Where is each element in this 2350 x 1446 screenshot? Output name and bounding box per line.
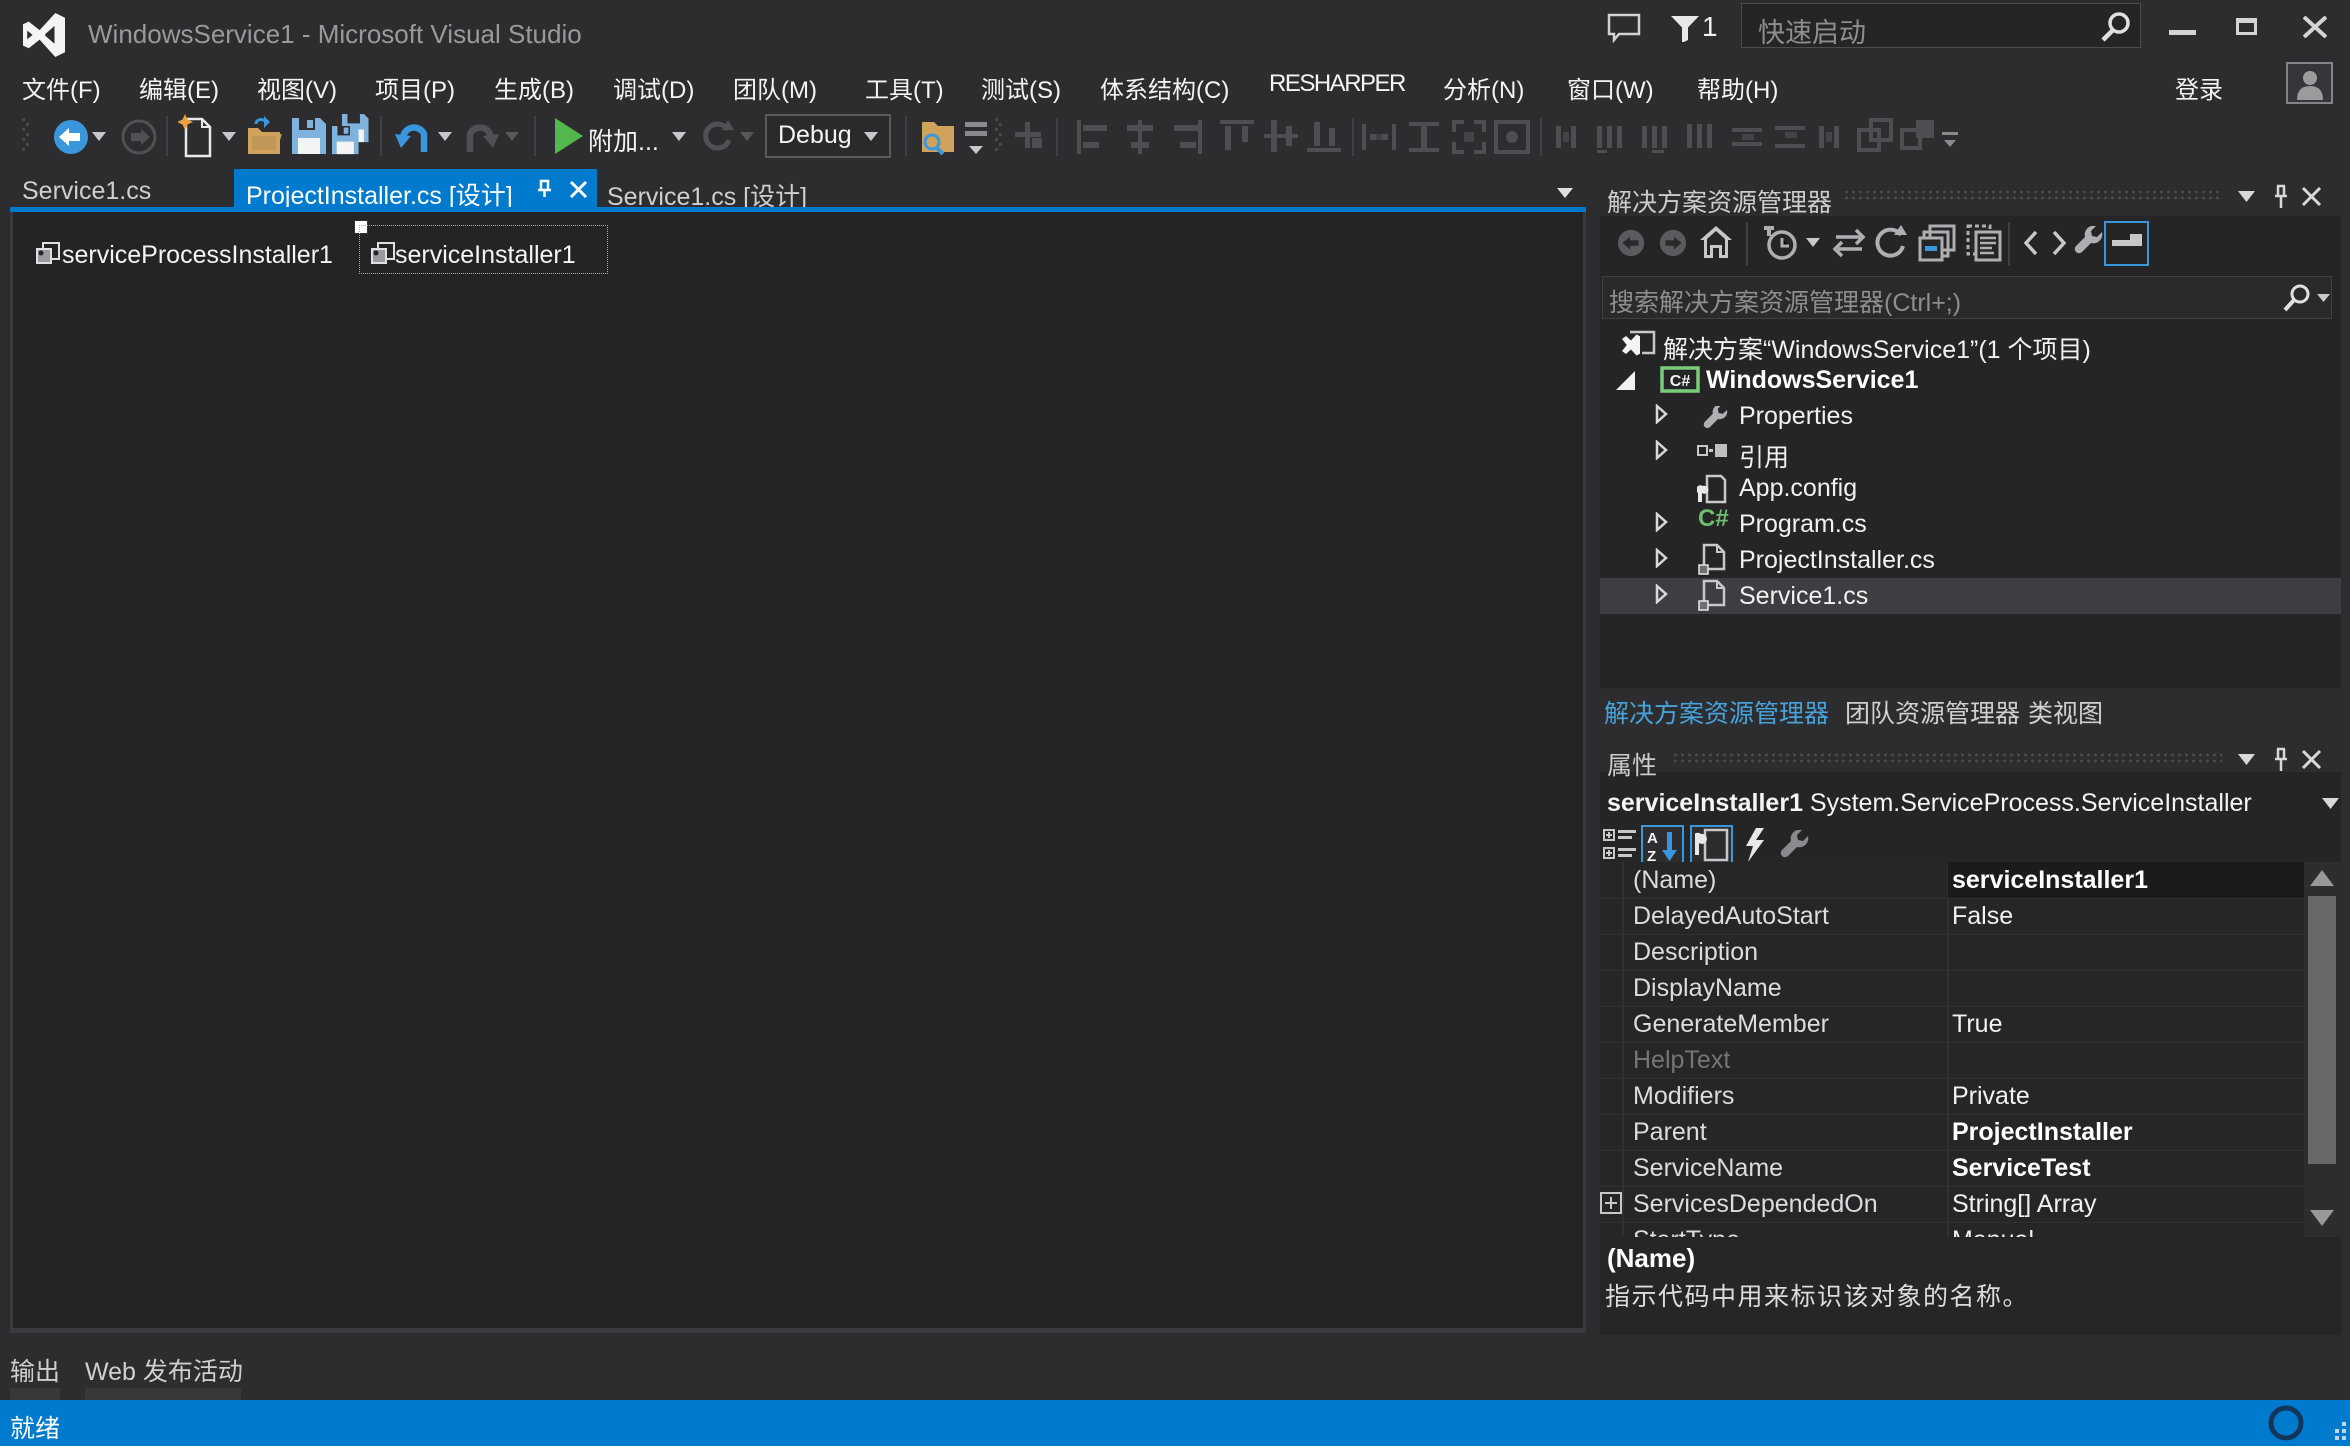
svg-text:C#: C# bbox=[1670, 373, 1691, 390]
svg-text:A: A bbox=[1647, 830, 1658, 847]
